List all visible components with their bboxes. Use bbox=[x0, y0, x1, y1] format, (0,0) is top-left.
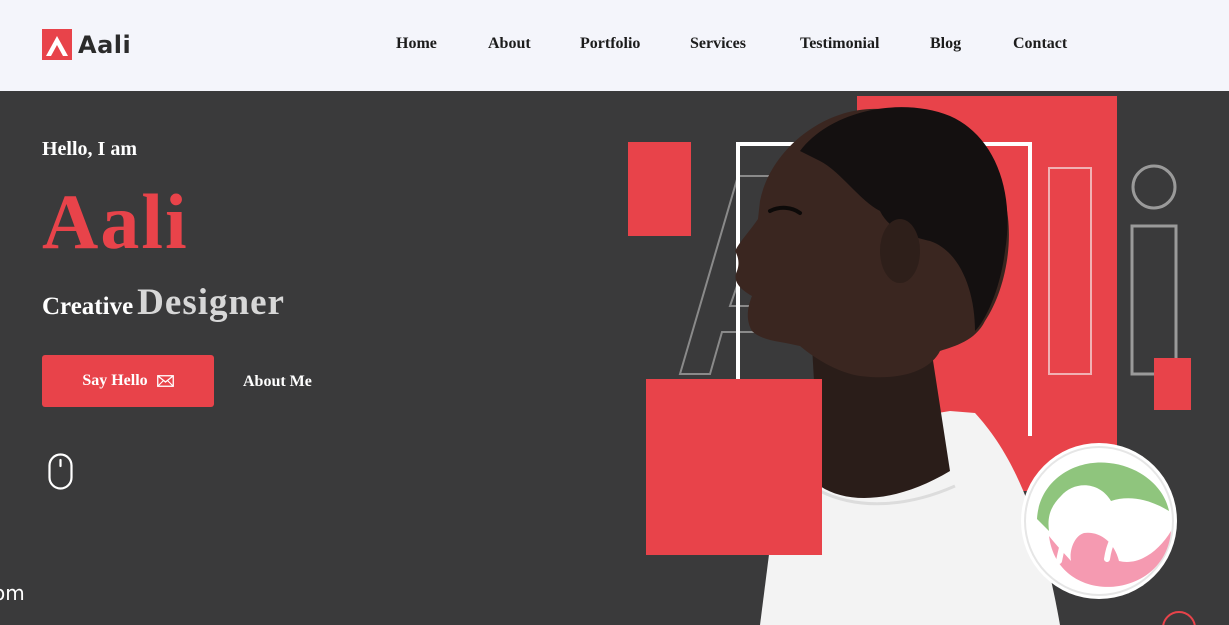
site-header: Aali Home About Portfolio Services Testi… bbox=[0, 0, 1229, 91]
nav-home[interactable]: Home bbox=[396, 35, 437, 53]
nav-contact[interactable]: Contact bbox=[1013, 35, 1067, 53]
main-nav: Home About Portfolio Services Testimonia… bbox=[0, 35, 1229, 59]
nav-about[interactable]: About bbox=[488, 35, 531, 53]
watermark-logo-icon bbox=[1021, 443, 1177, 599]
nav-testimonial[interactable]: Testimonial bbox=[800, 35, 879, 53]
red-square-large bbox=[646, 379, 822, 555]
nav-portfolio[interactable]: Portfolio bbox=[580, 35, 640, 53]
nav-blog[interactable]: Blog bbox=[930, 35, 961, 53]
nav-services[interactable]: Services bbox=[690, 35, 746, 53]
hero-section: Hello, I am Aali Creative Designer Say H… bbox=[0, 91, 1229, 625]
